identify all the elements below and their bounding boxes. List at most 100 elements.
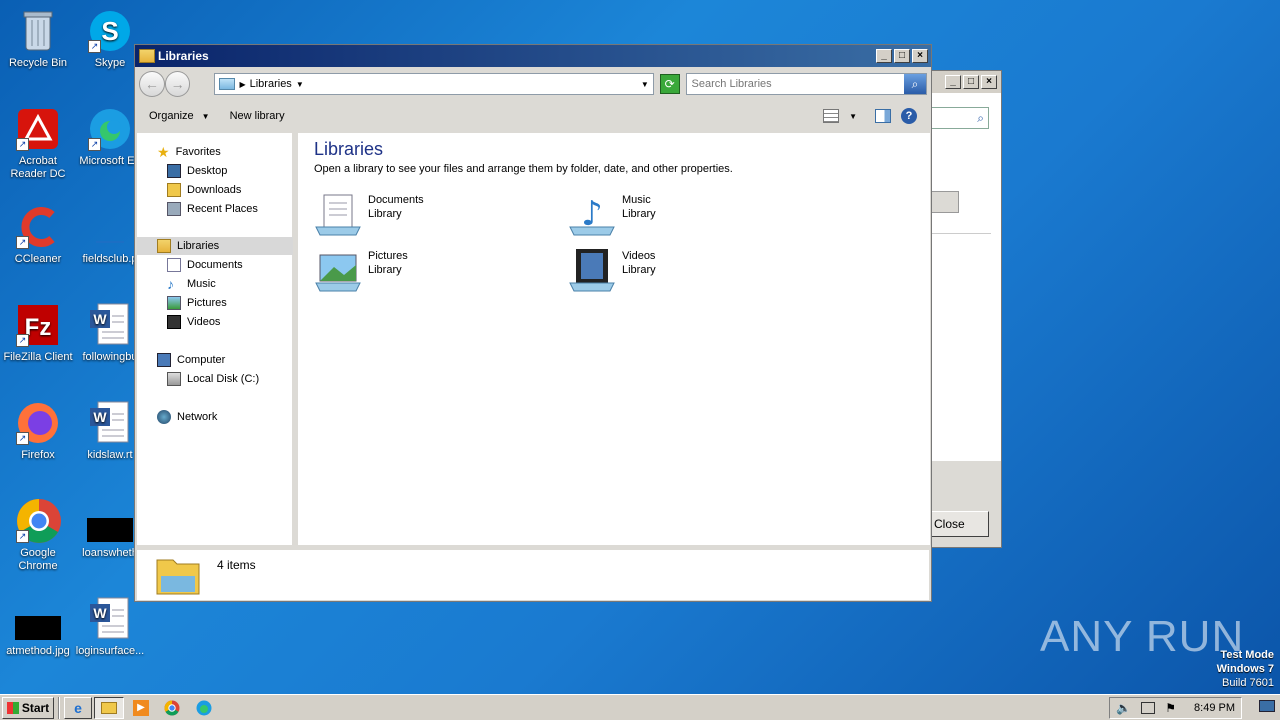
music-library-icon: ♪ — [569, 194, 615, 236]
view-dropdown-icon[interactable]: ▼ — [849, 112, 857, 121]
desktop-icon-ccleaner[interactable]: ↗ CCleaner — [0, 204, 76, 266]
maximize-button[interactable]: □ — [894, 49, 910, 63]
nav-item-videos[interactable]: Videos — [167, 313, 220, 331]
nav-item-computer[interactable]: Computer — [157, 351, 225, 369]
clock[interactable]: 8:49 PM — [1194, 702, 1235, 714]
preview-pane-icon[interactable] — [875, 109, 891, 123]
media-player-icon: ▶ — [133, 699, 149, 716]
library-music[interactable]: ♪ Music Library — [568, 193, 656, 237]
videos-library-icon — [569, 249, 615, 292]
desktop-icon-recycle-bin[interactable]: Recycle Bin — [0, 8, 76, 70]
minimize-button[interactable]: _ — [945, 75, 961, 89]
desktop-icon-acrobat[interactable]: ↗ Acrobat Reader DC — [0, 106, 76, 181]
folder-icon — [101, 701, 117, 714]
view-options-icon[interactable] — [823, 109, 840, 123]
background-close-button[interactable]: Close — [931, 511, 989, 537]
nav-label: Favorites — [175, 146, 221, 158]
desktop-icon-loginsurface[interactable]: W loginsurface... — [72, 596, 148, 658]
organize-button[interactable]: Organize ▼ — [149, 110, 210, 122]
desktop-icon-label: Recycle Bin — [8, 57, 68, 69]
file-icon — [87, 204, 133, 250]
start-button[interactable]: Start — [2, 696, 54, 719]
close-window-button[interactable]: × — [912, 49, 928, 63]
search-icon[interactable]: ⌕ — [903, 74, 926, 94]
nav-item-network[interactable]: Network — [157, 408, 217, 426]
downloads-folder-icon — [167, 183, 181, 197]
shortcut-arrow-icon: ↗ — [88, 40, 101, 53]
desktop-icon-label: Google Chrome — [18, 547, 58, 572]
address-bar[interactable]: ▶ Libraries ▼ ▼ — [214, 73, 654, 95]
nav-item-downloads[interactable]: Downloads — [167, 181, 241, 199]
details-pane: 4 items — [137, 550, 929, 600]
shortcut-arrow-icon: ↗ — [16, 138, 29, 151]
new-library-button[interactable]: New library — [230, 110, 285, 122]
content-pane: Libraries Open a library to see your fil… — [298, 133, 930, 545]
taskbar-chrome[interactable] — [158, 700, 186, 716]
nav-item-local-disk[interactable]: Local Disk (C:) — [167, 370, 259, 388]
back-button[interactable]: ← — [139, 71, 165, 97]
taskbar-ie-button[interactable]: e — [64, 696, 92, 719]
desktop-icon-label: Acrobat Reader DC — [10, 155, 66, 180]
library-videos[interactable]: Videos Library — [568, 249, 656, 293]
breadcrumb-libraries[interactable]: Libraries — [250, 78, 292, 90]
navigation-pane: ★ Favorites Desktop Downloads Recent Pla… — [137, 133, 295, 545]
explorer-window[interactable]: Libraries _ □ × ← → ▶ Libraries ▼ ▼ ⟳ ⌕ … — [134, 44, 932, 602]
desktop-icon-atmethod[interactable]: atmethod.jpg — [0, 596, 76, 658]
star-icon: ★ — [157, 143, 170, 160]
close-window-button[interactable]: × — [981, 75, 997, 89]
background-bar — [931, 191, 959, 213]
nav-item-recent-places[interactable]: Recent Places — [167, 200, 258, 218]
window-titlebar[interactable]: Libraries _ □ × — [135, 45, 931, 67]
desktop-icon-label: Firefox — [21, 449, 55, 461]
nav-item-music[interactable]: ♪ Music — [167, 275, 216, 293]
pictures-library-icon — [315, 254, 361, 292]
minimize-button[interactable]: _ — [876, 49, 892, 63]
library-name: Pictures — [368, 250, 408, 262]
desktop-icon-chrome[interactable]: ↗ Google Chrome — [0, 498, 76, 573]
background-window[interactable]: _ □ × ⌕ Close — [930, 70, 1002, 548]
shortcut-arrow-icon: ↗ — [16, 530, 29, 543]
documents-icon — [167, 258, 181, 272]
nav-label: Network — [177, 411, 218, 423]
maximize-button[interactable]: □ — [963, 75, 979, 89]
library-documents[interactable]: Documents Library — [314, 193, 424, 237]
volume-icon[interactable]: 🔈 — [1116, 701, 1131, 715]
nav-item-desktop[interactable]: Desktop — [167, 162, 227, 180]
refresh-button[interactable]: ⟳ — [659, 74, 680, 94]
desktop-icon-firefox[interactable]: ↗ Firefox — [0, 400, 76, 462]
taskbar-explorer-button[interactable] — [94, 696, 124, 719]
library-type: Library — [622, 208, 656, 220]
action-center-flag-icon[interactable]: ⚑ — [1165, 701, 1176, 715]
search-box[interactable]: ⌕ — [685, 73, 927, 95]
background-search-box[interactable]: ⌕ — [931, 107, 989, 129]
acrobat-icon: ↗ — [15, 106, 61, 152]
start-label: Start — [21, 700, 50, 715]
libraries-folder-icon — [139, 49, 155, 63]
taskbar-separator — [58, 696, 60, 719]
desktop-icon-filezilla[interactable]: Fz ↗ FileZilla Client — [0, 302, 76, 364]
edge-icon: ↗ — [87, 106, 133, 152]
help-icon[interactable]: ? — [901, 108, 917, 124]
search-input[interactable] — [691, 78, 902, 90]
skype-icon: S ↗ — [87, 8, 133, 54]
library-name: Videos — [622, 250, 656, 262]
item-count: 4 items — [217, 558, 256, 572]
library-pictures[interactable]: Pictures Library — [314, 249, 408, 293]
anyrun-watermark: ANY RUN — [1040, 612, 1244, 662]
nav-item-libraries[interactable]: Libraries — [157, 237, 219, 255]
word-document-icon: W — [87, 596, 133, 642]
address-dropdown-icon[interactable]: ▼ — [641, 80, 649, 89]
breadcrumb-chevron-icon[interactable]: ▼ — [296, 80, 304, 89]
desktop-icon-label: loginsurface... — [75, 645, 145, 657]
forward-button[interactable]: → — [164, 71, 191, 97]
nav-item-documents[interactable]: Documents — [167, 256, 243, 274]
nav-label: Computer — [177, 354, 226, 366]
nav-item-favorites[interactable]: ★ Favorites — [157, 143, 221, 161]
taskbar-media-player[interactable]: ▶ — [128, 699, 154, 716]
svg-text:W: W — [93, 409, 107, 425]
nav-label: Recent Places — [187, 203, 258, 215]
taskbar-edge[interactable] — [190, 700, 218, 716]
nav-item-pictures[interactable]: Pictures — [167, 294, 227, 312]
show-desktop-button[interactable] — [1258, 697, 1276, 715]
network-icon[interactable] — [1141, 701, 1156, 714]
